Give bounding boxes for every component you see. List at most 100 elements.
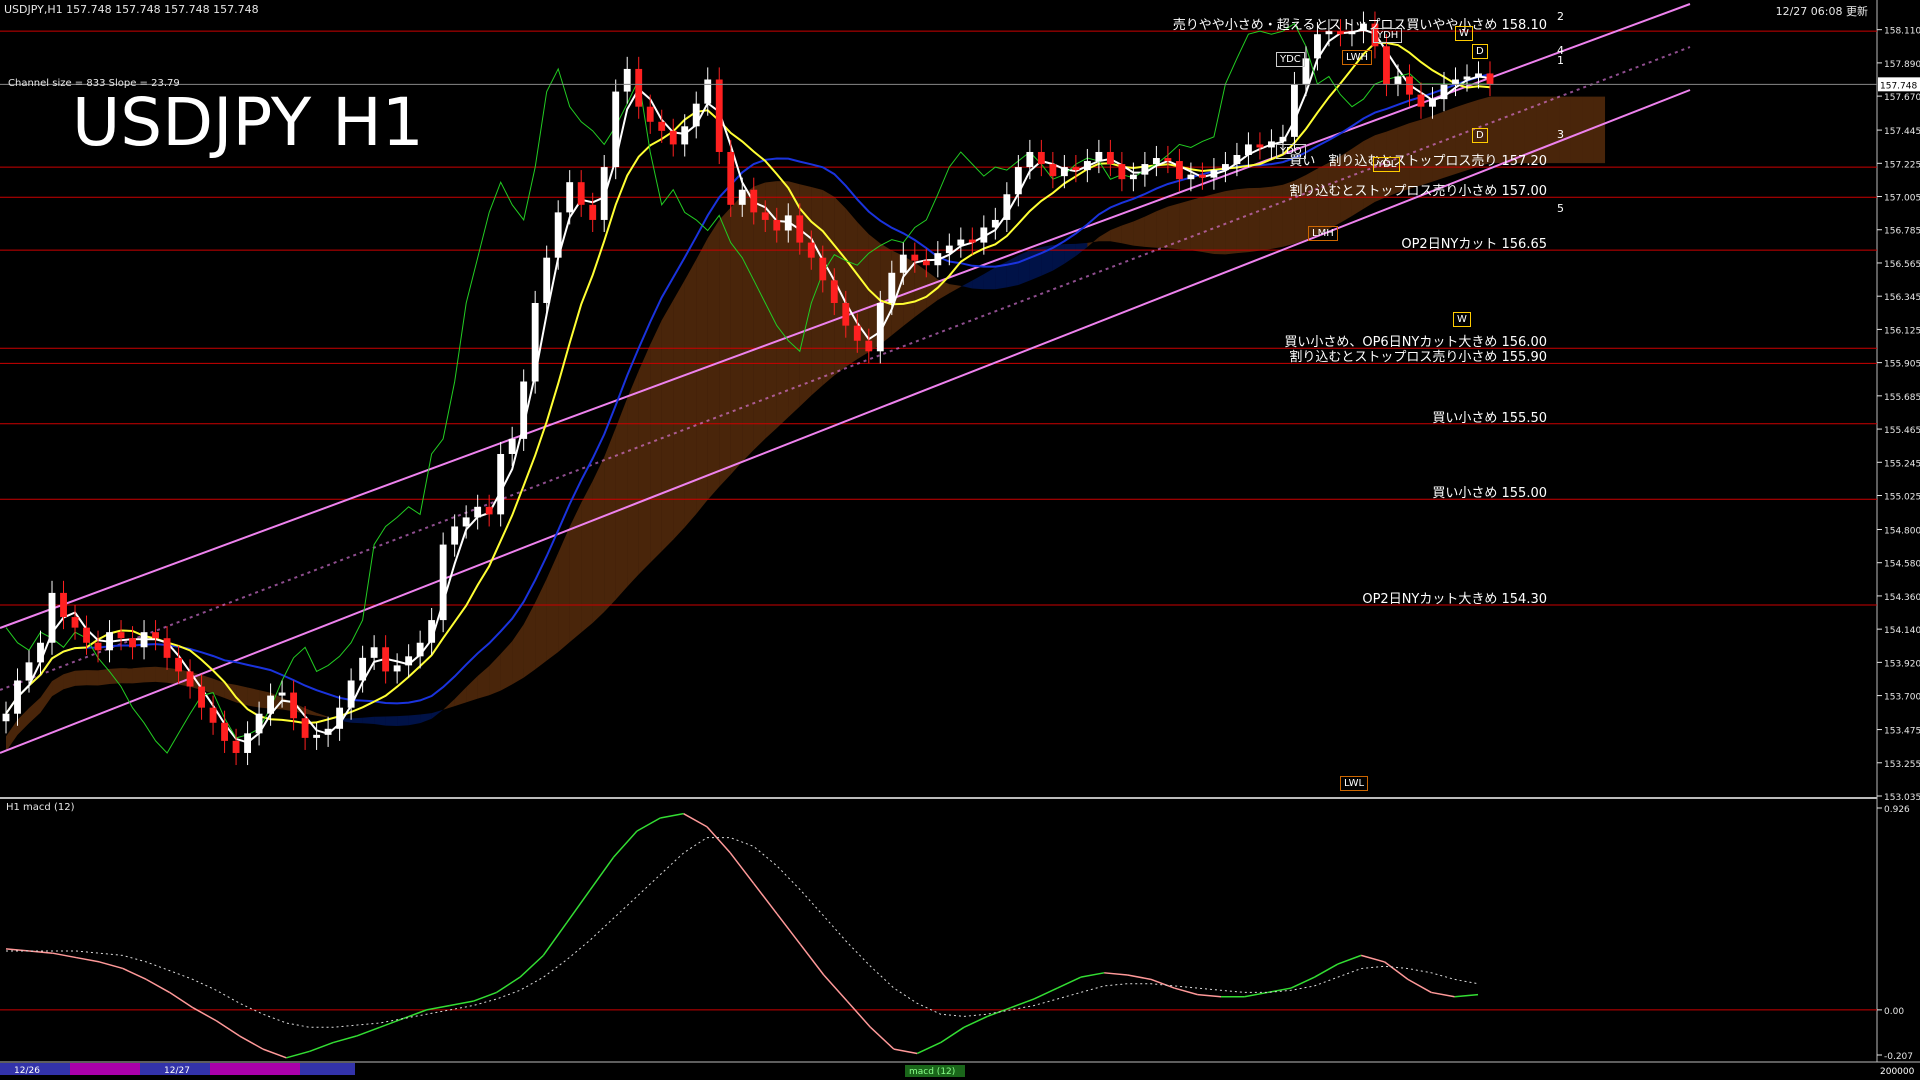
candle-body: [1072, 167, 1080, 171]
price-tick-label: 154.580: [1884, 560, 1920, 570]
candle-body: [635, 68, 643, 107]
candle-body: [853, 325, 861, 341]
level-label: OP2日NYカット大きめ 154.30: [1362, 591, 1547, 607]
price-tick-label: 157.890: [1884, 60, 1920, 70]
level-label: 割り込むとストップロス売り小さめ 157.00: [1289, 184, 1547, 200]
candle-body: [1129, 174, 1137, 180]
cloud-segment: [1593, 96, 1606, 164]
fib-mark: 3: [1557, 128, 1564, 141]
candle-body: [715, 79, 723, 152]
candle-body: [658, 121, 666, 131]
macd-tick-label: 0.00: [1884, 1007, 1904, 1017]
price-tick-label: 154.140: [1884, 626, 1920, 636]
candle-body: [750, 189, 758, 213]
price-tick-label: 156.345: [1884, 293, 1920, 303]
candle-body: [968, 239, 976, 243]
cloud-segment: [753, 182, 766, 450]
cloud-segment: [144, 666, 156, 683]
update-timestamp: 12/27 06:08 更新: [1775, 5, 1868, 18]
candle-body: [1279, 136, 1287, 142]
candle-body: [911, 254, 919, 261]
price-tick-label: 155.905: [1884, 360, 1920, 370]
candle-body: [1187, 174, 1195, 180]
candle-body: [198, 686, 205, 708]
candle-body: [646, 106, 654, 122]
time-label: 12/26: [14, 1066, 40, 1076]
candle-body: [1083, 161, 1091, 171]
fib-mark: 1: [1557, 54, 1564, 67]
candle-body: [807, 242, 815, 258]
candle-body: [209, 707, 217, 723]
candle-body: [106, 632, 113, 651]
cloud-segment: [1432, 111, 1444, 182]
candle-body: [324, 728, 332, 735]
cloud-segment: [397, 715, 409, 727]
cloud-segment: [638, 344, 651, 575]
price-tick-label: 153.035: [1884, 793, 1920, 803]
candle-body: [784, 215, 792, 231]
candle-body: [531, 302, 539, 382]
price-tick-label: 153.255: [1884, 760, 1920, 770]
chart-tag: D: [1472, 128, 1488, 143]
footer-value: 200000: [1880, 1067, 1915, 1077]
candle-body: [244, 733, 252, 753]
chart-tag: LWH: [1342, 50, 1373, 65]
cloud-segment: [627, 370, 639, 587]
candle-body: [1049, 164, 1057, 177]
candle-body: [1095, 151, 1103, 162]
candle-body: [1037, 151, 1045, 165]
chart-tag: YDO: [1276, 144, 1306, 159]
cloud-segment: [155, 666, 168, 683]
cloud-segment: [75, 670, 87, 686]
cloud-segment: [569, 502, 582, 643]
price-tick-label: 157.670: [1884, 93, 1920, 103]
cloud-segment: [811, 186, 823, 396]
candle-body: [497, 453, 505, 515]
candle-body: [405, 656, 413, 666]
price-tick-label: 154.360: [1884, 593, 1920, 603]
candle-body: [485, 506, 493, 515]
candle-body: [347, 680, 355, 708]
cloud-segment: [673, 280, 685, 540]
candle-body: [692, 103, 700, 127]
candle-body: [267, 695, 275, 714]
time-label: 12/27: [164, 1066, 190, 1076]
session-bar: [210, 1063, 300, 1075]
price-tick-label: 153.475: [1884, 727, 1920, 737]
candle-body: [37, 642, 44, 663]
candle-body: [60, 592, 67, 618]
candle-body: [865, 340, 873, 352]
candle-body: [600, 167, 608, 220]
candle-body: [980, 227, 988, 243]
chart-background: [0, 0, 1920, 1080]
candle-body: [761, 212, 769, 220]
candle-body: [416, 642, 424, 657]
cloud-segment: [362, 716, 375, 724]
candle-body: [876, 302, 884, 352]
candle-body: [554, 212, 562, 258]
candle-body: [543, 257, 551, 303]
candle-body: [612, 91, 620, 168]
candle-body: [520, 381, 528, 439]
price-tick-label: 157.225: [1884, 160, 1920, 170]
candle-body: [830, 280, 838, 303]
candle-body: [313, 734, 321, 738]
candle-body: [474, 506, 482, 518]
chart-tag: D: [1472, 44, 1488, 59]
candle-body: [1486, 73, 1494, 85]
cloud-segment: [661, 300, 674, 552]
fib-mark: 2: [1557, 10, 1564, 23]
candle-body: [1026, 151, 1034, 168]
price-tick-label: 155.465: [1884, 426, 1920, 436]
candle-body: [255, 713, 263, 734]
candle-body: [1003, 194, 1011, 220]
cloud-segment: [98, 668, 110, 686]
fib-mark: 5: [1557, 202, 1564, 215]
chart-tag: YDL: [1373, 157, 1401, 172]
candle-body: [1463, 76, 1471, 80]
cloud-segment: [1029, 246, 1042, 281]
candle-body: [462, 517, 470, 527]
price-tick-label: 154.800: [1884, 526, 1920, 536]
level-label: 買い 割り込むとストップロス売り 157.20: [1289, 154, 1547, 170]
cloud-segment: [684, 259, 697, 528]
